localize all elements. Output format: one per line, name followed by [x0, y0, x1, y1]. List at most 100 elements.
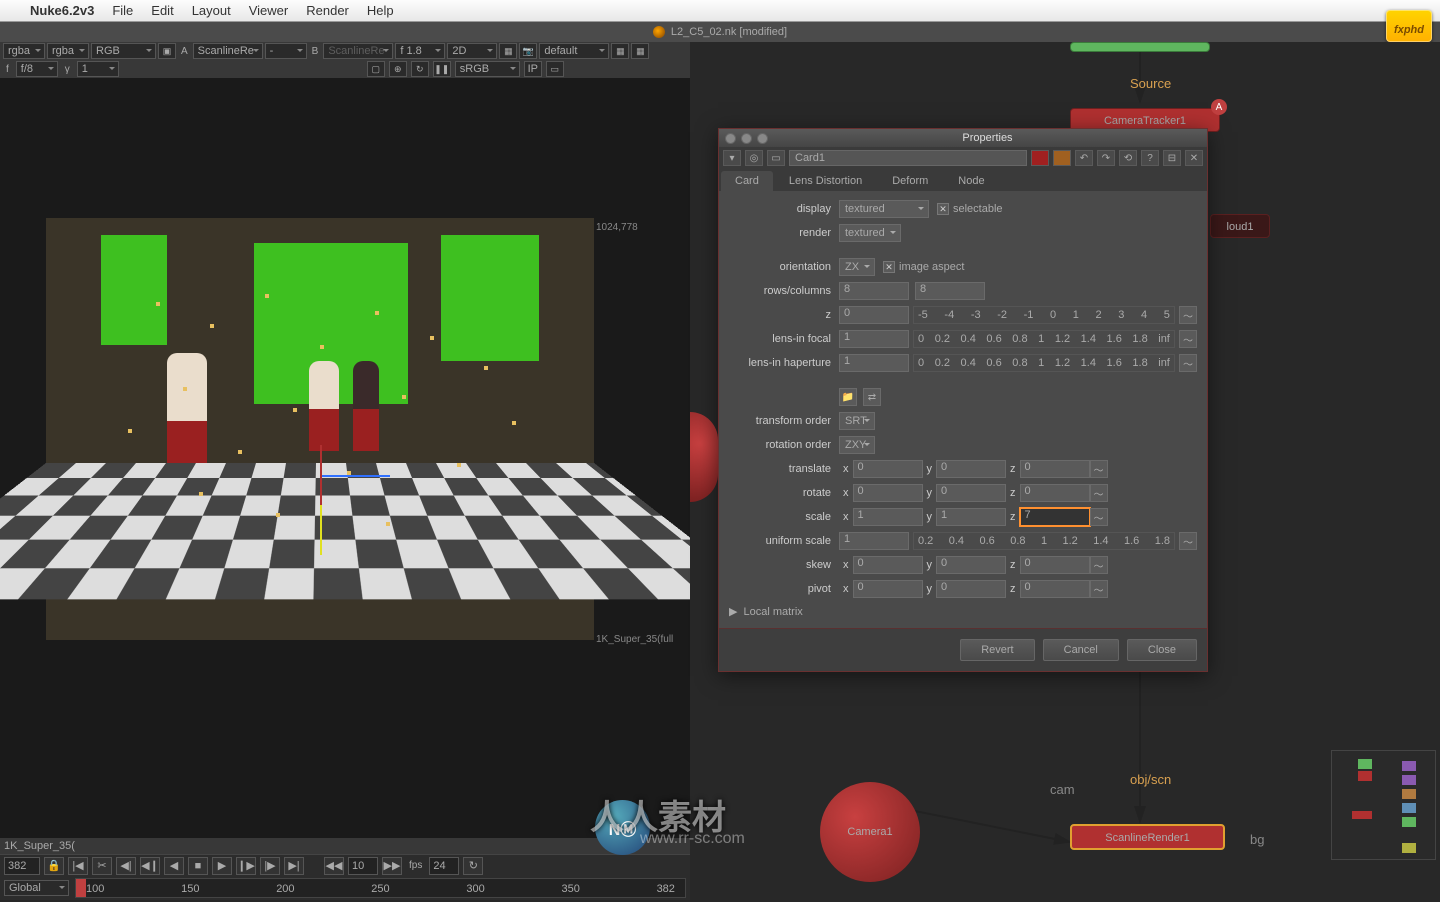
properties-panel[interactable]: Properties ▾ ◎ ▭ Card1 ↶ ↷ ⟲ ? ⊟ ✕ Card … — [718, 128, 1208, 672]
skip-fwd-button[interactable]: ▶▶ — [382, 857, 402, 875]
skew-z[interactable]: 0 — [1020, 556, 1090, 574]
frame-input[interactable]: 382 — [4, 857, 40, 875]
lock-icon[interactable]: 🔒 — [44, 857, 64, 875]
menu-edit[interactable]: Edit — [151, 3, 173, 18]
loop-icon[interactable]: ↻ — [463, 857, 483, 875]
uscale-slider[interactable]: 0.20.40.60.811.21.41.61.8 — [913, 532, 1175, 550]
z-input[interactable]: 0 — [839, 306, 909, 324]
tab-deform[interactable]: Deform — [878, 171, 942, 191]
skip-back-button[interactable]: ◀◀ — [324, 857, 344, 875]
tab-node[interactable]: Node — [944, 171, 998, 191]
tab-card[interactable]: Card — [721, 171, 773, 191]
menu-help[interactable]: Help — [367, 3, 394, 18]
node-top[interactable] — [1070, 42, 1210, 52]
mac-menubar[interactable]: Nuke6.2v3 File Edit Layout Viewer Render… — [0, 0, 1440, 22]
z-anim-button[interactable]: 〜 — [1179, 306, 1197, 324]
uscale-anim[interactable]: 〜 — [1179, 532, 1197, 550]
center-icon[interactable]: ◎ — [745, 150, 763, 166]
viewer-canvas[interactable]: 1024,778 1K_Super_35(full — [0, 78, 690, 838]
z-slider[interactable]: -5-4-3-2-1012345 — [913, 306, 1175, 324]
lensfocal-slider[interactable]: 00.20.40.60.811.21.41.61.8inf — [913, 330, 1175, 348]
color-swatch1[interactable] — [1031, 150, 1049, 166]
scale-x[interactable]: 1 — [853, 508, 923, 526]
tab-lens[interactable]: Lens Distortion — [775, 171, 876, 191]
node-name-field[interactable]: Card1 — [789, 150, 1027, 166]
translate-y[interactable]: 0 — [936, 460, 1006, 478]
skew-anim[interactable]: 〜 — [1090, 556, 1108, 574]
collapse-icon[interactable]: ▾ — [723, 150, 741, 166]
rotate-anim[interactable]: 〜 — [1090, 484, 1108, 502]
proxy-icon[interactable]: ▦ — [499, 43, 517, 59]
pivot-anim[interactable]: 〜 — [1090, 580, 1108, 598]
blend-dropdown[interactable]: - — [265, 43, 307, 59]
first-frame-button[interactable]: |◀ — [68, 857, 88, 875]
timeline[interactable]: 100150 200250 300350 382 — [75, 878, 686, 898]
viewer-icon[interactable]: ▭ — [767, 150, 785, 166]
torder-dropdown[interactable]: SRT — [839, 412, 875, 430]
rows-input[interactable]: 8 — [839, 282, 909, 300]
camlock-icon[interactable]: 📷 — [519, 43, 537, 59]
translate-x[interactable]: 0 — [853, 460, 923, 478]
display-dropdown[interactable]: textured — [839, 200, 929, 218]
channel2-dropdown[interactable]: rgba — [47, 43, 89, 59]
pause-icon[interactable]: ❚❚ — [433, 61, 451, 77]
lenshap-slider[interactable]: 00.20.40.60.811.21.41.61.8inf — [913, 354, 1175, 372]
channel1-dropdown[interactable]: rgba — [3, 43, 45, 59]
refresh-icon[interactable]: ↻ — [411, 61, 429, 77]
clip-icon[interactable]: ▭ — [546, 61, 564, 77]
lenshap-anim-button[interactable]: 〜 — [1179, 354, 1197, 372]
imageaspect-checkbox[interactable]: ✕ — [883, 261, 895, 273]
node-scanlinerender[interactable]: ScanlineRender1 — [1070, 824, 1225, 850]
scale-y[interactable]: 1 — [936, 508, 1006, 526]
revert-icon[interactable]: ⟲ — [1119, 150, 1137, 166]
gamma-dropdown[interactable]: 1 — [77, 61, 119, 77]
skew-y[interactable]: 0 — [936, 556, 1006, 574]
zoom-icon[interactable]: ⊕ — [389, 61, 407, 77]
skew-x[interactable]: 0 — [853, 556, 923, 574]
selectable-checkbox[interactable]: ✕ — [937, 203, 949, 215]
scale-z[interactable]: 7 — [1020, 508, 1090, 526]
help-icon[interactable]: ? — [1141, 150, 1159, 166]
orientation-dropdown[interactable]: ZX — [839, 258, 875, 276]
prev-frame-button[interactable]: ◀❙ — [140, 857, 160, 875]
rotate-x[interactable]: 0 — [853, 484, 923, 502]
cancel-button[interactable]: Cancel — [1043, 639, 1119, 661]
redo-icon[interactable]: ↷ — [1097, 150, 1115, 166]
dim-dropdown[interactable]: 2D — [447, 43, 497, 59]
color-swatch2[interactable] — [1053, 150, 1071, 166]
lenshap-input[interactable]: 1 — [839, 354, 909, 372]
input-a-dropdown[interactable]: ScanlineRe — [193, 43, 263, 59]
pivot-x[interactable]: 0 — [853, 580, 923, 598]
menu-viewer[interactable]: Viewer — [249, 3, 289, 18]
translate-anim[interactable]: 〜 — [1090, 460, 1108, 478]
axes-icon[interactable]: ⇄ — [863, 388, 881, 406]
fstop-dropdown[interactable]: f/8 — [16, 61, 58, 77]
next-key-button[interactable]: |▶ — [260, 857, 280, 875]
stop-button[interactable]: ■ — [188, 857, 208, 875]
roi-icon[interactable]: ▢ — [367, 61, 385, 77]
pivot-z[interactable]: 0 — [1020, 580, 1090, 598]
pin-icon[interactable]: ⊟ — [1163, 150, 1181, 166]
close-icon[interactable]: ✕ — [1185, 150, 1203, 166]
scale-anim[interactable]: 〜 — [1090, 508, 1108, 526]
navigator[interactable] — [1331, 750, 1436, 860]
menu-layout[interactable]: Layout — [192, 3, 231, 18]
grid2-icon[interactable]: ▦ — [631, 43, 649, 59]
menu-file[interactable]: File — [112, 3, 133, 18]
prev-key-button[interactable]: ◀| — [116, 857, 136, 875]
rotate-z[interactable]: 0 — [1020, 484, 1090, 502]
render-dropdown[interactable]: textured — [839, 224, 901, 242]
input-b-dropdown[interactable]: ScanlineRe — [323, 43, 393, 59]
next-frame-button[interactable]: ❙▶ — [236, 857, 256, 875]
cut-icon[interactable]: ✂ — [92, 857, 112, 875]
revert-button[interactable]: Revert — [960, 639, 1034, 661]
node-camera[interactable]: Camera1 — [820, 782, 920, 882]
skip-amount[interactable]: 10 — [348, 857, 378, 875]
grid-icon[interactable]: ▦ — [611, 43, 629, 59]
play-button[interactable]: ▶ — [212, 857, 232, 875]
undo-icon[interactable]: ↶ — [1075, 150, 1093, 166]
file-icon[interactable]: 📁 — [839, 388, 857, 406]
menu-render[interactable]: Render — [306, 3, 349, 18]
play-back-button[interactable]: ◀ — [164, 857, 184, 875]
traffic-lights[interactable] — [725, 133, 768, 144]
